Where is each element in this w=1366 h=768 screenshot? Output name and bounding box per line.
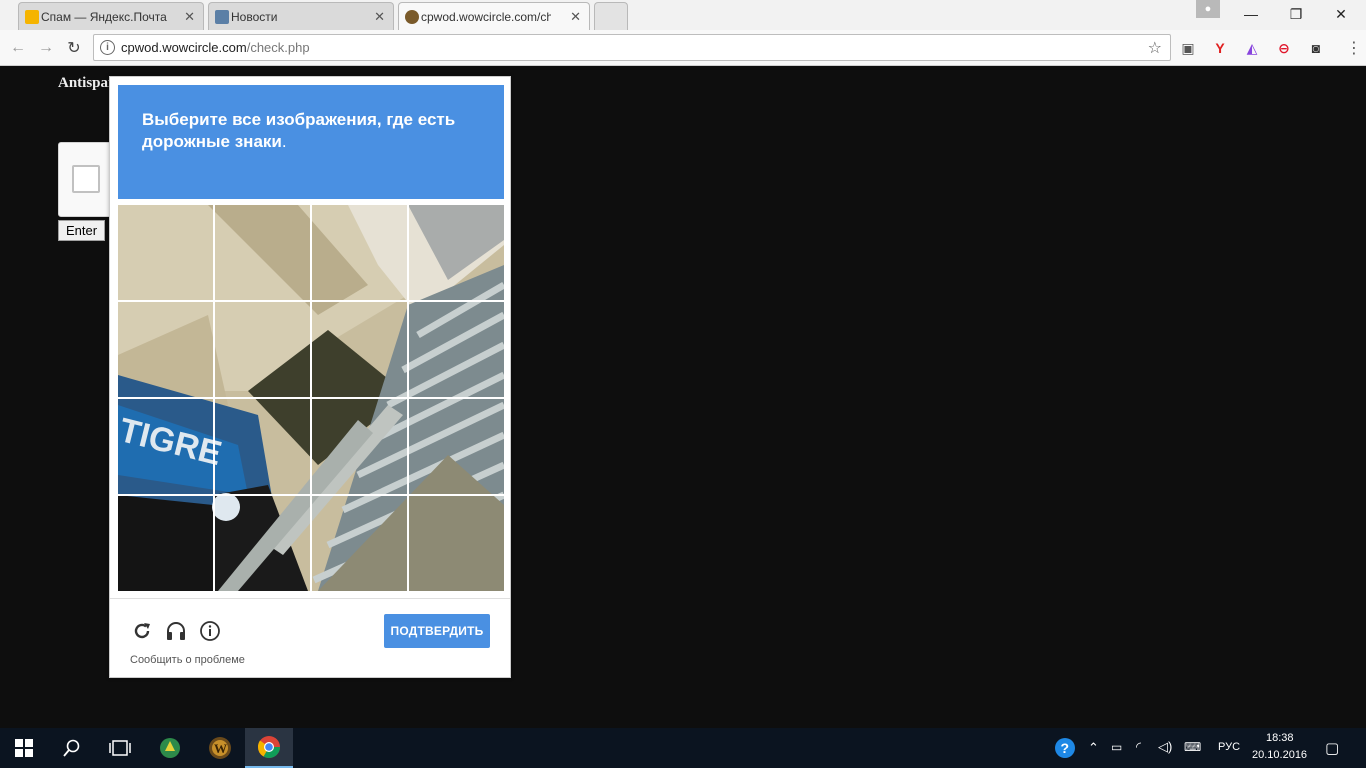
- wow-launcher-icon[interactable]: W: [196, 728, 244, 768]
- ext-glyph: ▣: [1181, 39, 1195, 56]
- tab-title: Новости: [231, 9, 278, 24]
- ext-glyph: ◙: [1311, 40, 1321, 56]
- captcha-tile[interactable]: [310, 494, 409, 591]
- wifi-icon[interactable]: ◜: [1136, 739, 1141, 755]
- svg-text:W: W: [214, 741, 227, 756]
- url-text[interactable]: cpwod.wowcircle.com/check.php: [121, 40, 310, 55]
- notifications-icon[interactable]: ▢: [1325, 739, 1339, 757]
- ext-glyph: ⊖: [1278, 39, 1290, 56]
- app-launcher-icon[interactable]: [146, 728, 194, 768]
- captcha-tile[interactable]: [118, 300, 215, 399]
- captcha-tile[interactable]: [407, 300, 504, 399]
- minimize-button[interactable]: —: [1228, 0, 1274, 28]
- captcha-tile[interactable]: [310, 397, 409, 496]
- footer-divider: [110, 598, 510, 599]
- close-icon[interactable]: ✕: [374, 9, 385, 25]
- captcha-tile[interactable]: [310, 300, 409, 399]
- battery-icon[interactable]: ▭: [1111, 740, 1122, 754]
- captcha-tile[interactable]: [213, 397, 312, 496]
- reload-icon[interactable]: ↻: [64, 38, 84, 58]
- windows-taskbar: W ? ⌃ ▭ ◜ ◁) ⌨ РУС 18:38 20.10.2016 ▢: [0, 728, 1366, 768]
- bookmark-star-icon[interactable]: ☆: [1148, 38, 1162, 58]
- verify-button[interactable]: ПОДТВЕРДИТЬ: [384, 614, 490, 648]
- shield-icon[interactable]: ◙: [1307, 39, 1325, 57]
- task-view-icon[interactable]: [96, 728, 144, 768]
- captcha-tile[interactable]: [213, 300, 312, 399]
- recaptcha-challenge: Выберите все изображения, где есть дорож…: [109, 76, 511, 678]
- reload-challenge-icon[interactable]: [130, 619, 154, 643]
- instruction-line-2: дорожные знаки: [142, 132, 282, 151]
- wow-icon: [405, 10, 419, 24]
- clock-time[interactable]: 18:38: [1266, 732, 1294, 744]
- yandex-icon[interactable]: Y: [1211, 39, 1229, 57]
- close-icon[interactable]: ✕: [184, 9, 195, 25]
- tab-cpwod[interactable]: cpwod.wowcircle.com/ch ✕: [398, 2, 590, 30]
- captcha-tile[interactable]: [310, 205, 409, 302]
- chrome-icon[interactable]: [245, 728, 293, 768]
- start-icon[interactable]: [0, 728, 48, 768]
- ext-glyph: Y: [1215, 40, 1225, 56]
- yandex-mail-icon: [25, 10, 39, 24]
- captcha-tile[interactable]: [118, 205, 215, 302]
- forward-icon[interactable]: →: [36, 38, 56, 58]
- captcha-tile[interactable]: [407, 397, 504, 496]
- report-problem-link[interactable]: Сообщить о проблеме: [130, 654, 245, 666]
- enter-button[interactable]: Enter: [58, 220, 105, 241]
- volume-icon[interactable]: ◁): [1158, 739, 1172, 755]
- ext-glyph: ◭: [1246, 39, 1258, 56]
- tab-strip: Спам — Яндекс.Почта ✕ Новости ✕ cpwod.wo…: [0, 0, 1366, 30]
- tab-yandex-mail[interactable]: Спам — Яндекс.Почта ✕: [18, 2, 204, 30]
- back-icon[interactable]: ←: [8, 38, 28, 58]
- clock-date[interactable]: 20.10.2016: [1252, 749, 1307, 761]
- image-grid: TIGRE: [118, 205, 504, 591]
- alice-icon[interactable]: ◭: [1243, 39, 1261, 57]
- close-icon[interactable]: ✕: [570, 9, 581, 25]
- tab-title: cpwod.wowcircle.com/ch: [421, 9, 551, 24]
- info-icon[interactable]: i: [100, 40, 115, 55]
- svg-text:?: ?: [1061, 740, 1070, 756]
- captcha-tile[interactable]: [118, 494, 215, 591]
- search-icon[interactable]: [48, 728, 96, 768]
- info-icon[interactable]: [198, 619, 222, 643]
- new-tab-button[interactable]: [594, 2, 628, 30]
- menu-icon[interactable]: ⋮: [1346, 38, 1362, 58]
- captcha-tile[interactable]: [213, 205, 312, 302]
- person-icon[interactable]: ●: [1196, 0, 1220, 18]
- language-indicator[interactable]: РУС: [1218, 741, 1240, 753]
- tab-title: Спам — Яндекс.Почта: [41, 9, 167, 24]
- page-content: Antispam Enter Выберите все изображения,…: [0, 66, 1366, 728]
- address-bar[interactable]: i cpwod.wowcircle.com/check.php ☆: [93, 34, 1171, 61]
- recaptcha-checkbox[interactable]: [72, 165, 100, 193]
- captcha-tile[interactable]: [407, 205, 504, 302]
- cast-icon[interactable]: ▣: [1179, 39, 1197, 57]
- captcha-tile[interactable]: [407, 494, 504, 591]
- help-icon[interactable]: ?: [1041, 728, 1089, 768]
- browser-toolbar: ← → ↻ i cpwod.wowcircle.com/check.php ☆ …: [0, 30, 1366, 66]
- maximize-button[interactable]: ❐: [1273, 0, 1319, 28]
- challenge-instructions: Выберите все изображения, где есть дорож…: [118, 85, 504, 199]
- vk-icon: [215, 10, 229, 24]
- close-window-button[interactable]: ✕: [1318, 0, 1364, 28]
- captcha-tile[interactable]: [213, 494, 312, 591]
- instruction-end: .: [281, 132, 287, 151]
- tab-vk-news[interactable]: Новости ✕: [208, 2, 394, 30]
- keyboard-icon[interactable]: ⌨: [1184, 740, 1201, 754]
- adblock-icon[interactable]: ⊖: [1275, 39, 1293, 57]
- chevron-up-icon[interactable]: ⌃: [1088, 740, 1099, 756]
- audio-challenge-icon[interactable]: [164, 619, 188, 643]
- instruction-line-1: Выберите все изображения, где есть: [142, 110, 456, 129]
- recaptcha-checkbox-widget: [58, 142, 114, 217]
- captcha-tile[interactable]: [118, 397, 215, 496]
